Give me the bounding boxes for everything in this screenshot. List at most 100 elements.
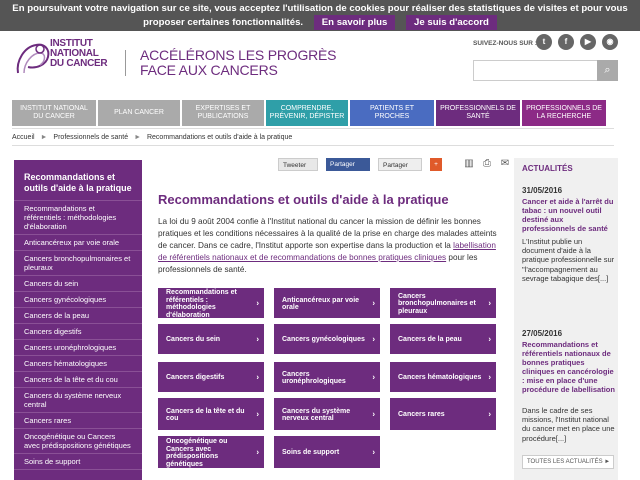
- breadcrumb-separator: ►: [40, 134, 48, 141]
- tagline-line1: ACCÉLÉRONS LES PROGRÈS: [140, 47, 337, 63]
- more-share-button[interactable]: +: [430, 158, 442, 171]
- sidebar-item[interactable]: Cancers digestifs: [14, 324, 142, 340]
- mail-icon[interactable]: ✉: [498, 158, 512, 170]
- cookie-accept-button[interactable]: Je suis d'accord: [406, 15, 497, 30]
- twitter-icon[interactable]: t: [536, 34, 552, 50]
- tagline-divider: [125, 50, 126, 76]
- tile-bronchopulmonaires[interactable]: Cancers bronchopulmonaires et pleuraux ›: [390, 288, 496, 318]
- tile-label: Cancers gynécologiques: [282, 336, 365, 344]
- nav-recherche[interactable]: PROFESSIONNELS DE LA RECHERCHE: [522, 100, 606, 126]
- print-icon[interactable]: ⎙: [480, 158, 494, 170]
- chevron-right-icon: ›: [488, 334, 491, 344]
- nav-comprendre[interactable]: COMPRENDRE, PRÉVENIR, DÉPISTER: [266, 100, 348, 126]
- nav-plan-cancer[interactable]: PLAN CANCER: [98, 100, 180, 126]
- chevron-right-icon: ›: [256, 409, 259, 419]
- tile-label: Soins de support: [282, 449, 340, 457]
- tile-digestifs[interactable]: Cancers digestifs ›: [158, 362, 264, 392]
- news-date: 27/05/2016: [522, 329, 563, 338]
- tile-uronephrologiques[interactable]: Cancers uronéphrologiques ›: [274, 362, 380, 392]
- chevron-right-icon: ›: [256, 298, 259, 308]
- tile-label: Cancers bronchopulmonaires et pleuraux: [398, 292, 476, 315]
- nav-expertises[interactable]: EXPERTISES ET PUBLICATIONS: [182, 100, 264, 126]
- tile-tete-cou[interactable]: Cancers de la tête et du cou ›: [158, 398, 264, 430]
- news-body: L'Institut publie un document d'aide à l…: [522, 237, 615, 283]
- tile-rares[interactable]: Cancers rares ›: [390, 398, 496, 430]
- tile-oncogenetique[interactable]: Oncogénétique ou Cancers avec prédisposi…: [158, 436, 264, 468]
- tile-snc[interactable]: Cancers du système nerveux central ›: [274, 398, 380, 430]
- book-icon[interactable]: ▥: [462, 158, 476, 170]
- tile-label: Recommandations et référentiels : méthod…: [166, 289, 237, 319]
- chevron-right-icon: ›: [372, 447, 375, 457]
- logo-line3: DU CANCER: [50, 58, 108, 69]
- cookie-banner: En poursuivant votre navigation sur ce s…: [0, 0, 640, 31]
- tagline-line2: FACE AUX CANCERS: [140, 62, 278, 78]
- chevron-right-icon: ›: [488, 372, 491, 382]
- sidebar-item[interactable]: Cancers rares: [14, 413, 142, 429]
- sidebar-item[interactable]: Soins de support: [14, 454, 142, 470]
- news-heading: ACTUALITÉS: [522, 164, 573, 173]
- news-title[interactable]: Recommandations et référentiels nationau…: [522, 340, 616, 394]
- sidebar-item[interactable]: Recommandations et référentiels : méthod…: [14, 201, 142, 235]
- follow-label: SUIVEZ-NOUS SUR :: [473, 40, 537, 47]
- intro-paragraph: La loi du 9 août 2004 confie à l'Institu…: [158, 216, 506, 276]
- tile-sein[interactable]: Cancers du sein ›: [158, 324, 264, 354]
- nav-professionnels-sante[interactable]: PROFESSIONNELS DE SANTÉ: [436, 100, 520, 126]
- breadcrumb-separator: ►: [134, 134, 142, 141]
- tile-label: Cancers hématologiques: [398, 374, 482, 382]
- chevron-right-icon: ›: [488, 298, 491, 308]
- tile-label: Cancers digestifs: [166, 374, 225, 382]
- cookie-more-button[interactable]: En savoir plus: [313, 15, 396, 30]
- sidebar: Recommandations et outils d'aide à la pr…: [14, 160, 142, 480]
- gplus-share-button[interactable]: Partager: [378, 158, 422, 171]
- tile-label: Cancers de la tête et du cou: [166, 407, 245, 423]
- breadcrumb-home[interactable]: Accueil: [12, 134, 35, 141]
- tweet-button[interactable]: Tweeter: [278, 158, 318, 171]
- sidebar-item[interactable]: Cancers hématologiques: [14, 356, 142, 372]
- sidebar-item[interactable]: Oncogénétique ou Cancers avec prédisposi…: [14, 429, 142, 454]
- tile-peau[interactable]: Cancers de la peau ›: [390, 324, 496, 354]
- nav-institut[interactable]: INSTITUT NATIONAL DU CANCER: [12, 100, 96, 126]
- intro-text: La loi du 9 août 2004 confie à l'Institu…: [158, 217, 497, 250]
- tile-anticancereux[interactable]: Anticancéreux par voie orale ›: [274, 288, 380, 318]
- sidebar-item[interactable]: Cancers bronchopulmonaires et pleuraux: [14, 251, 142, 276]
- sidebar-item[interactable]: Anticancéreux par voie orale: [14, 235, 142, 251]
- breadcrumb: Accueil ► Professionnels de santé ► Reco…: [12, 128, 614, 146]
- news-body: Dans le cadre de ses missions, l'Institu…: [522, 406, 615, 443]
- sidebar-item[interactable]: Cancers de la peau: [14, 308, 142, 324]
- tile-label: Cancers uronéphrologiques: [282, 370, 346, 386]
- rss-icon[interactable]: ◉: [602, 34, 618, 50]
- breadcrumb-current: Recommandations et outils d'aide à la pr…: [146, 134, 293, 141]
- tile-soins-support[interactable]: Soins de support ›: [274, 436, 380, 468]
- chevron-right-icon: ›: [372, 298, 375, 308]
- sidebar-item[interactable]: Cancers uronéphrologiques: [14, 340, 142, 356]
- chevron-right-icon: ›: [256, 447, 259, 457]
- chevron-right-icon: ›: [256, 334, 259, 344]
- page-title: Recommandations et outils d'aide à la pr…: [158, 192, 449, 207]
- chevron-right-icon: ›: [372, 372, 375, 382]
- youtube-icon[interactable]: ▶: [580, 34, 596, 50]
- sidebar-item[interactable]: Cancers gynécologiques: [14, 292, 142, 308]
- nav-patients[interactable]: PATIENTS ET PROCHES: [350, 100, 434, 126]
- chevron-right-icon: ›: [256, 372, 259, 382]
- tile-label: Oncogénétique ou Cancers avec prédisposi…: [166, 438, 228, 468]
- cookie-text-line2: proposer certaines fonctionnalités.: [143, 17, 304, 28]
- facebook-icon[interactable]: f: [558, 34, 574, 50]
- sidebar-item[interactable]: Cancers du sein: [14, 276, 142, 292]
- tile-label: Cancers de la peau: [398, 336, 462, 344]
- sidebar-title[interactable]: Recommandations et outils d'aide à la pr…: [14, 160, 142, 201]
- tile-methodologies[interactable]: Recommandations et référentiels : méthod…: [158, 288, 264, 319]
- breadcrumb-level1[interactable]: Professionnels de santé: [53, 134, 128, 141]
- tile-gynecologiques[interactable]: Cancers gynécologiques ›: [274, 324, 380, 354]
- facebook-share-button[interactable]: Partager: [326, 158, 370, 171]
- tile-hematologiques[interactable]: Cancers hématologiques ›: [390, 362, 496, 392]
- search-icon[interactable]: ⌕: [597, 60, 618, 81]
- tile-label: Cancers rares: [398, 411, 445, 419]
- chevron-right-icon: ›: [488, 409, 491, 419]
- news-title[interactable]: Cancer et aide à l'arrêt du tabac : un n…: [522, 197, 616, 233]
- tile-label: Cancers du système nerveux central: [282, 407, 351, 423]
- logo-text: INSTITUT NATIONAL DU CANCER: [50, 39, 108, 69]
- tagline: ACCÉLÉRONS LES PROGRÈS FACE AUX CANCERS: [140, 47, 337, 78]
- sidebar-item[interactable]: Cancers du système nerveux central: [14, 388, 142, 413]
- sidebar-item[interactable]: Cancers de la tête et du cou: [14, 372, 142, 388]
- all-news-button[interactable]: TOUTES LES ACTUALITÉS ►: [522, 455, 614, 469]
